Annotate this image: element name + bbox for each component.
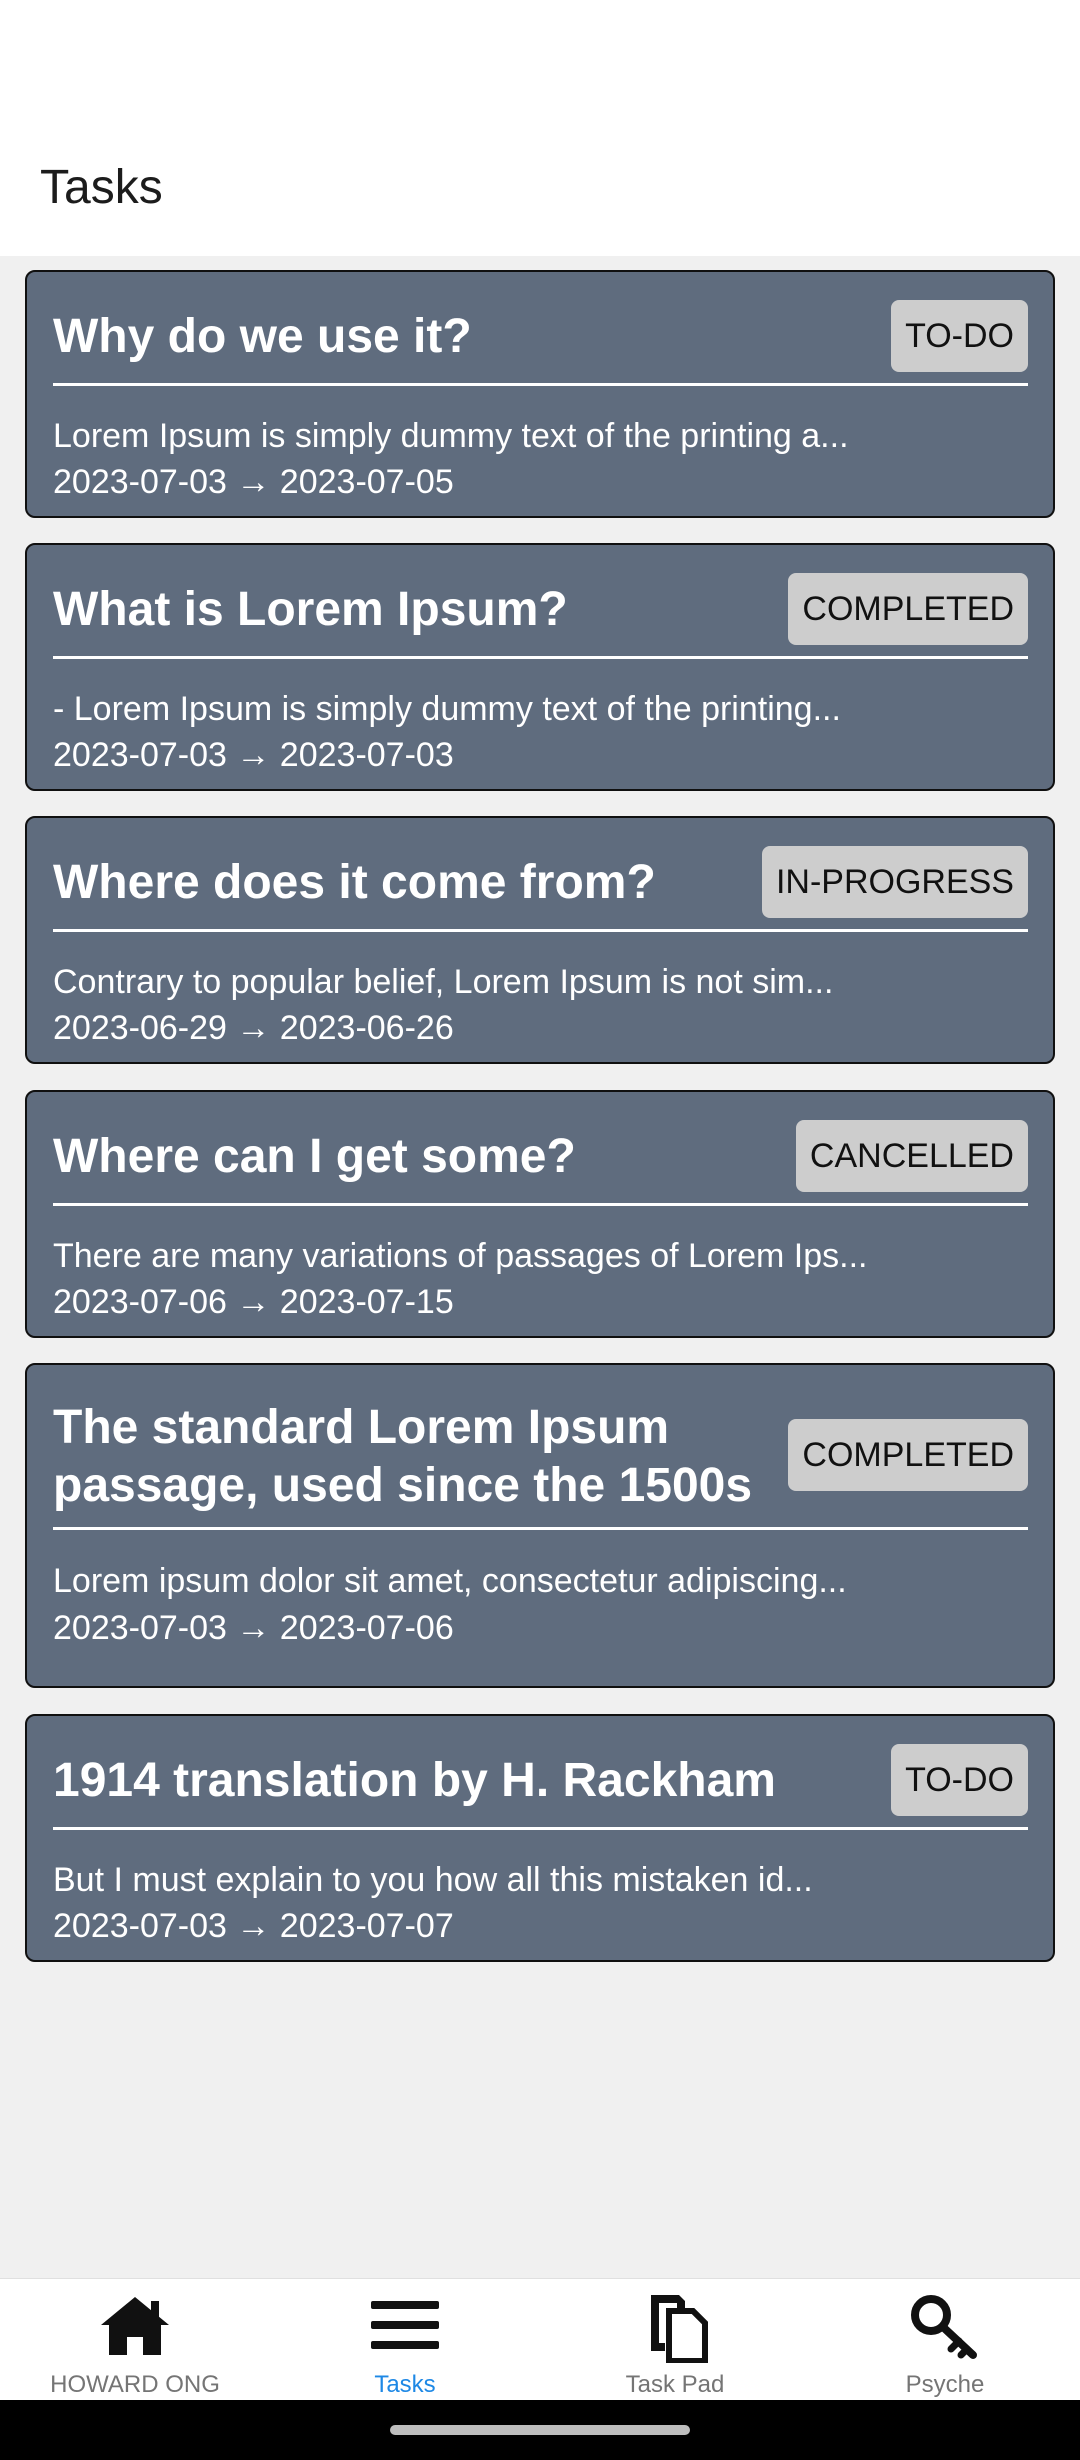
nav-item-tasks[interactable]: Tasks	[270, 2279, 540, 2401]
task-card[interactable]: The standard Lorem Ipsum passage, used s…	[25, 1363, 1055, 1688]
app-screen: Tasks Why do we use it? TO-DO Lorem Ipsu…	[0, 0, 1080, 2460]
divider	[53, 656, 1028, 659]
nav-label: Task Pad	[625, 2371, 725, 2398]
nav-item-task-pad[interactable]: Task Pad	[540, 2279, 810, 2401]
status-badge: TO-DO	[891, 1744, 1028, 1816]
nav-label: Psyche	[905, 2371, 985, 2398]
task-dates: 2023-07-03 → 2023-07-05	[53, 463, 454, 501]
task-dates: 2023-06-29 → 2023-06-26	[53, 1009, 454, 1047]
task-title: Where can I get some?	[53, 1130, 576, 1183]
nav-item-home[interactable]: HOWARD ONG	[0, 2279, 270, 2401]
task-card[interactable]: What is Lorem Ipsum? COMPLETED - Lorem I…	[25, 543, 1055, 791]
bottom-navigation: HOWARD ONG Tasks Task Pad Psyche	[0, 2278, 1080, 2400]
task-title: 1914 translation by H. Rackham	[53, 1754, 776, 1807]
task-description: - Lorem Ipsum is simply dummy text of th…	[53, 690, 841, 728]
task-title: The standard Lorem Ipsum passage, used s…	[53, 1401, 753, 1512]
gesture-handle[interactable]	[390, 2425, 690, 2435]
key-icon	[911, 2295, 977, 2359]
nav-label: HOWARD ONG	[50, 2371, 220, 2398]
divider	[53, 1203, 1028, 1206]
task-dates: 2023-07-06 → 2023-07-15	[53, 1283, 454, 1321]
status-badge: CANCELLED	[795, 1120, 1028, 1192]
task-description: Lorem Ipsum is simply dummy text of the …	[53, 417, 849, 455]
status-badge: COMPLETED	[788, 1419, 1028, 1491]
page-title: Tasks	[40, 161, 163, 214]
home-icon	[101, 2297, 169, 2355]
status-badge: COMPLETED	[788, 573, 1028, 645]
task-title: What is Lorem Ipsum?	[53, 583, 568, 636]
task-dates: 2023-07-03 → 2023-07-06	[53, 1609, 454, 1647]
nav-label: Tasks	[374, 2371, 436, 2398]
task-dates: 2023-07-03 → 2023-07-07	[53, 1907, 454, 1945]
nav-item-psyche[interactable]: Psyche	[810, 2279, 1080, 2401]
task-card[interactable]: Where can I get some? CANCELLED There ar…	[25, 1090, 1055, 1338]
status-badge: IN-PROGRESS	[761, 846, 1028, 918]
divider	[53, 383, 1028, 386]
divider	[53, 1827, 1028, 1830]
clipboard-icon	[651, 2295, 708, 2363]
system-navigation-bar	[0, 2400, 1080, 2460]
task-title: Where does it come from?	[53, 856, 656, 909]
task-title: Why do we use it?	[53, 310, 472, 363]
divider	[53, 1527, 1028, 1530]
task-description: But I must explain to you how all this m…	[53, 1861, 813, 1899]
task-description: Contrary to popular belief, Lorem Ipsum …	[53, 963, 834, 1001]
task-description: There are many variations of passages of…	[53, 1237, 868, 1275]
list-icon	[371, 2301, 439, 2349]
task-description: Lorem ipsum dolor sit amet, consectetur …	[53, 1562, 847, 1600]
task-card[interactable]: 1914 translation by H. Rackham TO-DO But…	[25, 1714, 1055, 1962]
task-dates: 2023-07-03 → 2023-07-03	[53, 736, 454, 774]
divider	[53, 929, 1028, 932]
task-card[interactable]: Where does it come from? IN-PROGRESS Con…	[25, 816, 1055, 1064]
app-header: Tasks	[0, 0, 1080, 256]
status-badge: TO-DO	[891, 300, 1028, 372]
task-card[interactable]: Why do we use it? TO-DO Lorem Ipsum is s…	[25, 270, 1055, 518]
